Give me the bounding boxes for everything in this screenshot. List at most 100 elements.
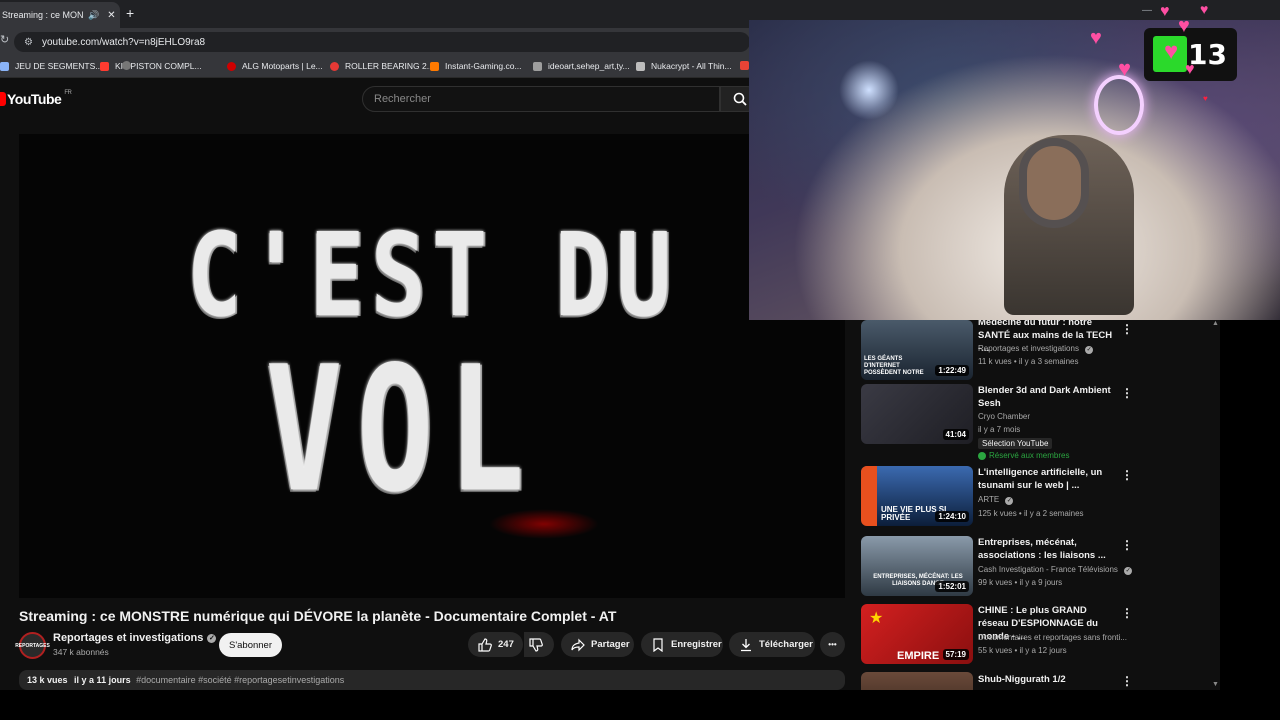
duration-badge: 1:24:10 <box>935 511 969 522</box>
more-vert-icon[interactable]: ⋮ <box>1121 606 1133 620</box>
video-thumbnail[interactable]: ENTREPRISES, MÉCÉNAT: LES LIAISONS DANGE… <box>861 536 973 596</box>
streamer-head <box>1019 138 1089 228</box>
region-code: FR <box>64 90 72 96</box>
star-icon: ★ <box>869 610 884 627</box>
recommendation-channel: Cryo Chamber <box>978 412 1031 421</box>
recommendation-channel: Cash Investigation - France Télévisions … <box>978 565 1133 575</box>
bookmark-item[interactable]: Instant-Gaming.co... <box>430 61 522 71</box>
video-thumbnail[interactable]: ★ EMPIRE 57:19 <box>861 604 973 664</box>
heart-icon: ♥ <box>1160 3 1170 20</box>
recommendation-channel: Reportages et investigations ✓ <box>978 344 1094 354</box>
youtube-logo[interactable]: YouTube FR <box>0 90 72 107</box>
thumbs-up-icon <box>478 637 492 652</box>
tab-title: Streaming : ce MONSTR <box>2 10 84 20</box>
light-glow <box>839 60 899 120</box>
site-favicon-icon <box>330 61 339 71</box>
dislike-button[interactable] <box>524 632 554 657</box>
share-button[interactable]: Partager <box>561 632 634 657</box>
more-actions-button[interactable]: ••• <box>820 632 845 657</box>
description-box[interactable]: 13 k vues il y a 11 jours #documentaire … <box>19 670 845 690</box>
video-thumbnail[interactable] <box>861 672 973 690</box>
heart-icon: ♥ <box>1203 94 1208 103</box>
verified-check-icon: ✓ <box>1085 346 1094 354</box>
recommendation-item[interactable]: LES GÉANTS D'INTERNET POSSÈDENT NOTRE 1:… <box>861 320 1220 384</box>
youtube-favicon-icon <box>100 61 109 71</box>
duration-badge: 41:04 <box>942 429 969 440</box>
download-button[interactable]: Télécharger <box>729 632 815 657</box>
address-bar[interactable]: ⚙ youtube.com/watch?v=n8jEHLO9ra8 <box>14 32 750 52</box>
bookmark-icon <box>653 637 663 652</box>
verified-check-icon: ✓ <box>1005 497 1014 505</box>
recommendation-item[interactable]: ENTREPRISES, MÉCÉNAT: LES LIAISONS DANGE… <box>861 536 1220 600</box>
more-vert-icon[interactable]: ⋮ <box>1121 674 1133 688</box>
bookmark-item[interactable]: Nukacrypt - All Thin... <box>636 61 732 71</box>
more-vert-icon[interactable]: ⋮ <box>1121 322 1133 336</box>
minimize-icon[interactable]: — <box>1142 5 1152 16</box>
site-favicon-icon <box>122 61 131 70</box>
bookmark-item[interactable]: ROLLER BEARING 2... <box>330 61 434 71</box>
bookmark-item[interactable]: ALG Motoparts | Le... <box>227 61 323 71</box>
recommendation-item[interactable]: 41:04 Blender 3d and Dark Ambient Sesh C… <box>861 384 1220 449</box>
bookmark-item[interactable]: ideoart,sehep_art,ty... <box>533 61 630 71</box>
hashtags[interactable]: #documentaire #société #reportagesetinve… <box>136 675 344 685</box>
heart-icon: ♥ <box>1118 56 1132 81</box>
members-only-badge: Réservé aux membres <box>978 451 1069 460</box>
like-button[interactable]: 247 <box>468 632 523 657</box>
black-margin <box>1220 320 1280 720</box>
youtube-play-icon <box>0 92 6 106</box>
recommendation-item[interactable]: Réservé aux membres UNE VIE PLUS SI PRIV… <box>861 451 1220 532</box>
new-tab-button[interactable]: + <box>126 5 134 21</box>
more-vert-icon[interactable]: ⋮ <box>1121 538 1133 552</box>
search-icon <box>733 92 747 106</box>
share-icon <box>571 638 585 651</box>
recommendation-title: L'intelligence artificielle, un tsunami … <box>978 467 1103 491</box>
recommendations-list: LES GÉANTS D'INTERNET POSSÈDENT NOTRE 1:… <box>845 320 1220 690</box>
subscribe-button[interactable]: S'abonner <box>219 633 282 657</box>
like-count: 247 <box>498 639 514 650</box>
recommendation-item[interactable]: Shub-Niggurath 1/2 ⋮ <box>861 672 1220 690</box>
video-thumbnail[interactable]: 41:04 <box>861 384 973 444</box>
scroll-down-arrow-icon[interactable]: ▼ <box>1212 681 1219 688</box>
thumbnail-text: LES GÉANTS D'INTERNET POSSÈDENT NOTRE <box>864 356 924 376</box>
recommendation-stats: 125 k vues • il y a 2 semaines <box>978 509 1084 518</box>
channel-name[interactable]: Reportages et investigations ✓ <box>53 632 217 644</box>
scroll-up-arrow-icon[interactable]: ▲ <box>1212 320 1219 327</box>
ring-light <box>1094 75 1144 135</box>
site-favicon-icon <box>430 61 439 71</box>
upload-date: il y a 11 jours <box>74 675 131 685</box>
duration-badge: 1:22:49 <box>935 365 969 376</box>
heart-icon: ♥ <box>1164 38 1179 65</box>
reload-icon[interactable]: ↻ <box>0 33 9 46</box>
browser-tab[interactable]: Streaming : ce MONSTR 🔊 ✕ <box>0 2 120 28</box>
red-glow <box>489 509 599 539</box>
recommendation-title: Shub-Niggurath 1/2 <box>978 674 1066 685</box>
url-text: youtube.com/watch?v=n8jEHLO9ra8 <box>41 36 206 48</box>
duration-badge: 1:52:01 <box>935 581 969 592</box>
video-thumbnail[interactable]: UNE VIE PLUS SI PRIVÉE 1:24:10 <box>861 466 973 526</box>
black-margin-bottom <box>0 690 1280 720</box>
video-frame-text-line1: C'EST DU <box>186 208 678 343</box>
download-icon <box>741 638 751 651</box>
thumbnail-text: EMPIRE <box>897 650 940 662</box>
speaker-icon[interactable]: 🔊 <box>88 10 99 21</box>
recommendation-title: Entreprises, mécénat, associations : les… <box>978 537 1106 561</box>
bookmark-item[interactable]: KIT PISTON COMPL... <box>122 61 137 70</box>
recommendation-item[interactable]: ★ EMPIRE 57:19 CHINE : Le plus GRAND rés… <box>861 604 1220 668</box>
video-player[interactable]: C'EST DU VOL <box>19 134 845 598</box>
search-input[interactable]: Rechercher <box>362 86 720 112</box>
save-button[interactable]: Enregistrer <box>641 632 723 657</box>
heart-icon: ♥ <box>1200 1 1209 17</box>
site-favicon-icon <box>533 61 542 71</box>
video-title: Streaming : ce MONSTRE numérique qui DÉV… <box>19 608 617 624</box>
channel-avatar[interactable]: REPORTAGES <box>15 632 50 659</box>
gmail-icon <box>740 61 749 70</box>
more-vert-icon[interactable]: ⋮ <box>1121 386 1133 400</box>
bookmark-item[interactable]: KIT PISTON COMPL... <box>100 61 202 71</box>
site-settings-icon[interactable]: ⚙ <box>24 37 33 48</box>
video-thumbnail[interactable]: LES GÉANTS D'INTERNET POSSÈDENT NOTRE 1:… <box>861 320 973 380</box>
bookmark-item[interactable]: JEU DE SEGMENTS... <box>0 61 102 71</box>
close-tab-icon[interactable]: ✕ <box>107 10 115 21</box>
recommendation-stats: 99 k vues • il y a 9 jours <box>978 578 1063 587</box>
more-vert-icon[interactable]: ⋮ <box>1121 468 1133 482</box>
recommendation-stats: 55 k vues • il y a 12 jours <box>978 646 1067 655</box>
